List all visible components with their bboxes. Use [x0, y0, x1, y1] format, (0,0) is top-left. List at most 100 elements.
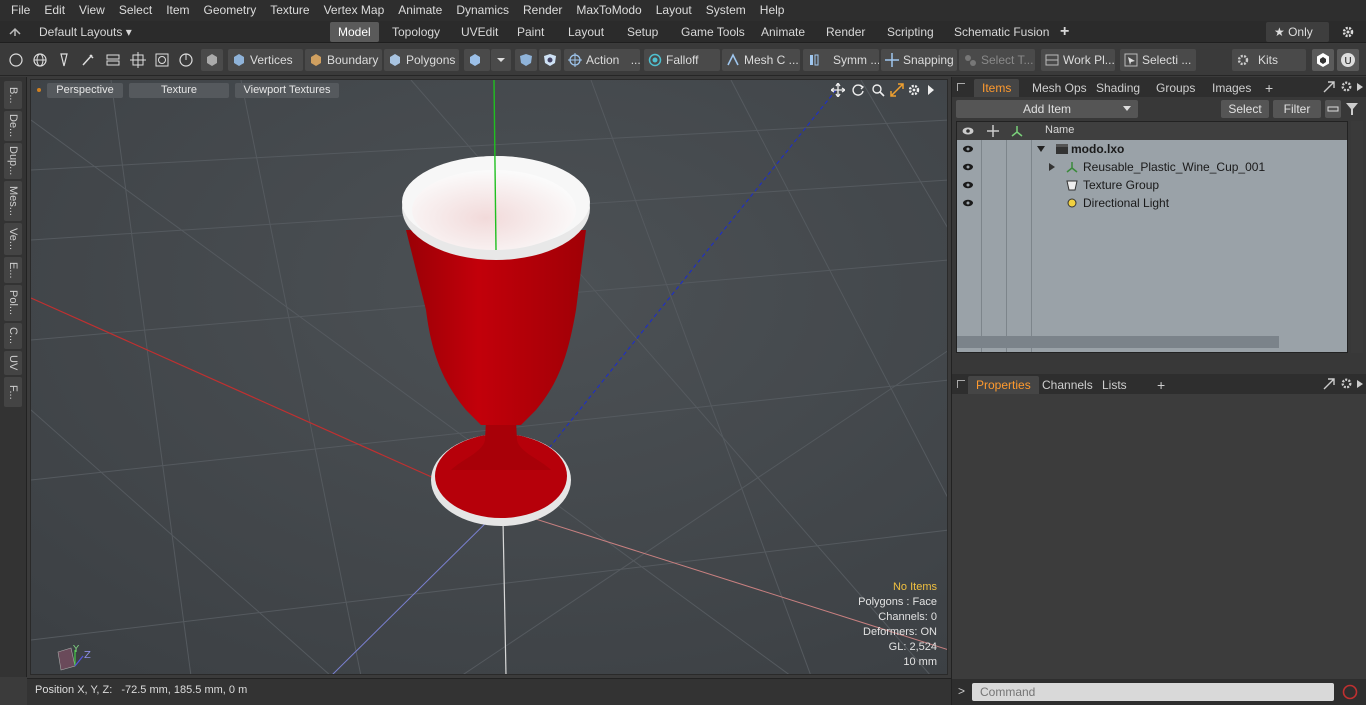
items-panel-arrow-icon[interactable]: [1356, 82, 1364, 92]
left-tab-polygon[interactable]: Pol...: [4, 285, 22, 321]
center-button[interactable]: [127, 49, 149, 71]
menu-layout[interactable]: Layout: [649, 0, 699, 21]
add-layout-tab-button[interactable]: +: [1052, 22, 1077, 42]
gear-icon[interactable]: [1341, 25, 1355, 39]
fit-view-icon[interactable]: [890, 83, 904, 97]
menu-maxtomodo[interactable]: MaxToModo: [569, 0, 648, 21]
viewport-scene[interactable]: Y Z: [31, 80, 948, 675]
viewport-texture-button[interactable]: Texture: [129, 83, 229, 98]
menu-geometry[interactable]: Geometry: [197, 0, 264, 21]
tab-schematic-fusion[interactable]: Schematic Fusion: [946, 22, 1057, 42]
tab-images[interactable]: Images: [1204, 79, 1259, 97]
tab-setup[interactable]: Setup: [619, 22, 666, 42]
menu-help[interactable]: Help: [753, 0, 792, 21]
left-tab-vertex[interactable]: Ve...: [4, 223, 22, 255]
selection-sets-button[interactable]: Selecti ...: [1120, 49, 1196, 71]
add-items-tab-button[interactable]: +: [1257, 79, 1281, 97]
visibility-column-eye-icon[interactable]: [962, 126, 974, 136]
tab-layout[interactable]: Layout: [560, 22, 612, 42]
tab-paint[interactable]: Paint: [509, 22, 552, 42]
menu-edit[interactable]: Edit: [37, 0, 72, 21]
left-tab-edge[interactable]: E...: [4, 257, 22, 283]
add-item-dropdown[interactable]: Add Item: [956, 100, 1138, 118]
expand-down-icon[interactable]: [1037, 146, 1045, 153]
viewport-perspective-button[interactable]: Perspective: [47, 83, 123, 98]
item-row-light[interactable]: Directional Light: [957, 194, 1347, 212]
left-tab-mesh-edit[interactable]: Mes...: [4, 181, 22, 221]
tab-mesh-ops[interactable]: Mesh Ops: [1024, 79, 1095, 97]
menu-render[interactable]: Render: [516, 0, 569, 21]
snapping-button[interactable]: Snapping: [881, 49, 957, 71]
material-dropdown[interactable]: [491, 49, 511, 71]
maximize-panel-icon[interactable]: [1323, 81, 1335, 93]
square-select-button[interactable]: [151, 49, 173, 71]
menu-system[interactable]: System: [699, 0, 753, 21]
tab-shading[interactable]: Shading: [1088, 79, 1148, 97]
pie-button[interactable]: [175, 49, 197, 71]
pan-icon[interactable]: [831, 83, 845, 97]
symmetry-shield-button[interactable]: [515, 49, 537, 71]
tab-channels[interactable]: Channels: [1034, 376, 1101, 394]
properties-panel-gear-icon[interactable]: [1340, 377, 1353, 390]
menu-select[interactable]: Select: [112, 0, 159, 21]
select-button[interactable]: Select: [1221, 100, 1269, 118]
select-circle-button[interactable]: [5, 49, 27, 71]
falloff-button[interactable]: Falloff: [644, 49, 720, 71]
align-button[interactable]: [102, 49, 124, 71]
maximize-panel-icon[interactable]: [1323, 378, 1335, 390]
boundary-button[interactable]: Boundary: [305, 49, 382, 71]
menu-item[interactable]: Item: [159, 0, 196, 21]
mesh-constraint-button[interactable]: Mesh C ...: [722, 49, 800, 71]
name-column-header[interactable]: Name: [1045, 124, 1074, 136]
item-row-mesh[interactable]: Reusable_Plastic_Wine_Cup_001: [957, 158, 1347, 176]
menu-texture[interactable]: Texture: [263, 0, 316, 21]
tab-properties[interactable]: Properties: [968, 376, 1039, 394]
viewport-expand-arrow-icon[interactable]: [926, 84, 936, 96]
filter-button[interactable]: Filter: [1273, 100, 1321, 118]
tab-game-tools[interactable]: Game Tools: [673, 22, 753, 42]
vertices-button[interactable]: Vertices: [228, 49, 303, 71]
left-tab-curve[interactable]: C...: [4, 323, 22, 349]
unity-button[interactable]: [1312, 49, 1334, 71]
viewport-menu-dot-icon[interactable]: [37, 88, 41, 92]
lock-column-icon[interactable]: [987, 125, 999, 137]
material-button[interactable]: [464, 49, 490, 71]
layout-menu-icon[interactable]: [9, 27, 21, 37]
viewport-settings-gear-icon[interactable]: [907, 83, 921, 97]
properties-panel-arrow-icon[interactable]: [1356, 379, 1364, 389]
work-plane-button[interactable]: Work Pl...: [1041, 49, 1115, 71]
stop-record-icon[interactable]: [1342, 684, 1358, 700]
left-tab-deform[interactable]: De...: [4, 111, 22, 141]
horizontal-scrollbar[interactable]: [957, 336, 1279, 348]
select-through-button[interactable]: Select T...: [959, 49, 1035, 71]
tab-topology[interactable]: Topology: [384, 22, 448, 42]
item-row-scene[interactable]: modo.lxo: [957, 140, 1347, 158]
items-panel-gear-icon[interactable]: [1340, 80, 1353, 93]
menu-animate[interactable]: Animate: [391, 0, 449, 21]
menu-vertex-map[interactable]: Vertex Map: [317, 0, 392, 21]
menu-view[interactable]: View: [72, 0, 112, 21]
tab-lists[interactable]: Lists: [1094, 376, 1135, 394]
kits-button[interactable]: Kits: [1232, 49, 1306, 71]
eye-icon[interactable]: [963, 180, 973, 190]
tab-render[interactable]: Render: [818, 22, 873, 42]
3d-viewport[interactable]: Y Z Perspective Texture Viewport Texture…: [30, 79, 948, 675]
eye-icon[interactable]: [963, 162, 973, 172]
menu-dynamics[interactable]: Dynamics: [449, 0, 516, 21]
polygons-button[interactable]: Polygons: [384, 49, 459, 71]
tab-groups[interactable]: Groups: [1148, 79, 1203, 97]
left-tab-fusion[interactable]: F...: [4, 377, 22, 407]
add-properties-tab-button[interactable]: +: [1149, 376, 1173, 394]
item-row-texture-group[interactable]: Texture Group: [957, 176, 1347, 194]
tab-animate[interactable]: Animate: [753, 22, 813, 42]
type-column-icon[interactable]: [1011, 125, 1023, 137]
only-toggle[interactable]: ★ Only: [1266, 22, 1329, 42]
action-center-button[interactable]: Action ...: [564, 49, 640, 71]
tab-uvedit[interactable]: UVEdit: [453, 22, 506, 42]
tab-model[interactable]: Model: [330, 22, 379, 42]
funnel-icon[interactable]: [1345, 102, 1359, 116]
vertical-scrollbar[interactable]: [1351, 121, 1363, 353]
tab-items[interactable]: Items: [974, 79, 1020, 97]
menu-file[interactable]: File: [4, 0, 37, 21]
item-mode-button[interactable]: [201, 49, 223, 71]
